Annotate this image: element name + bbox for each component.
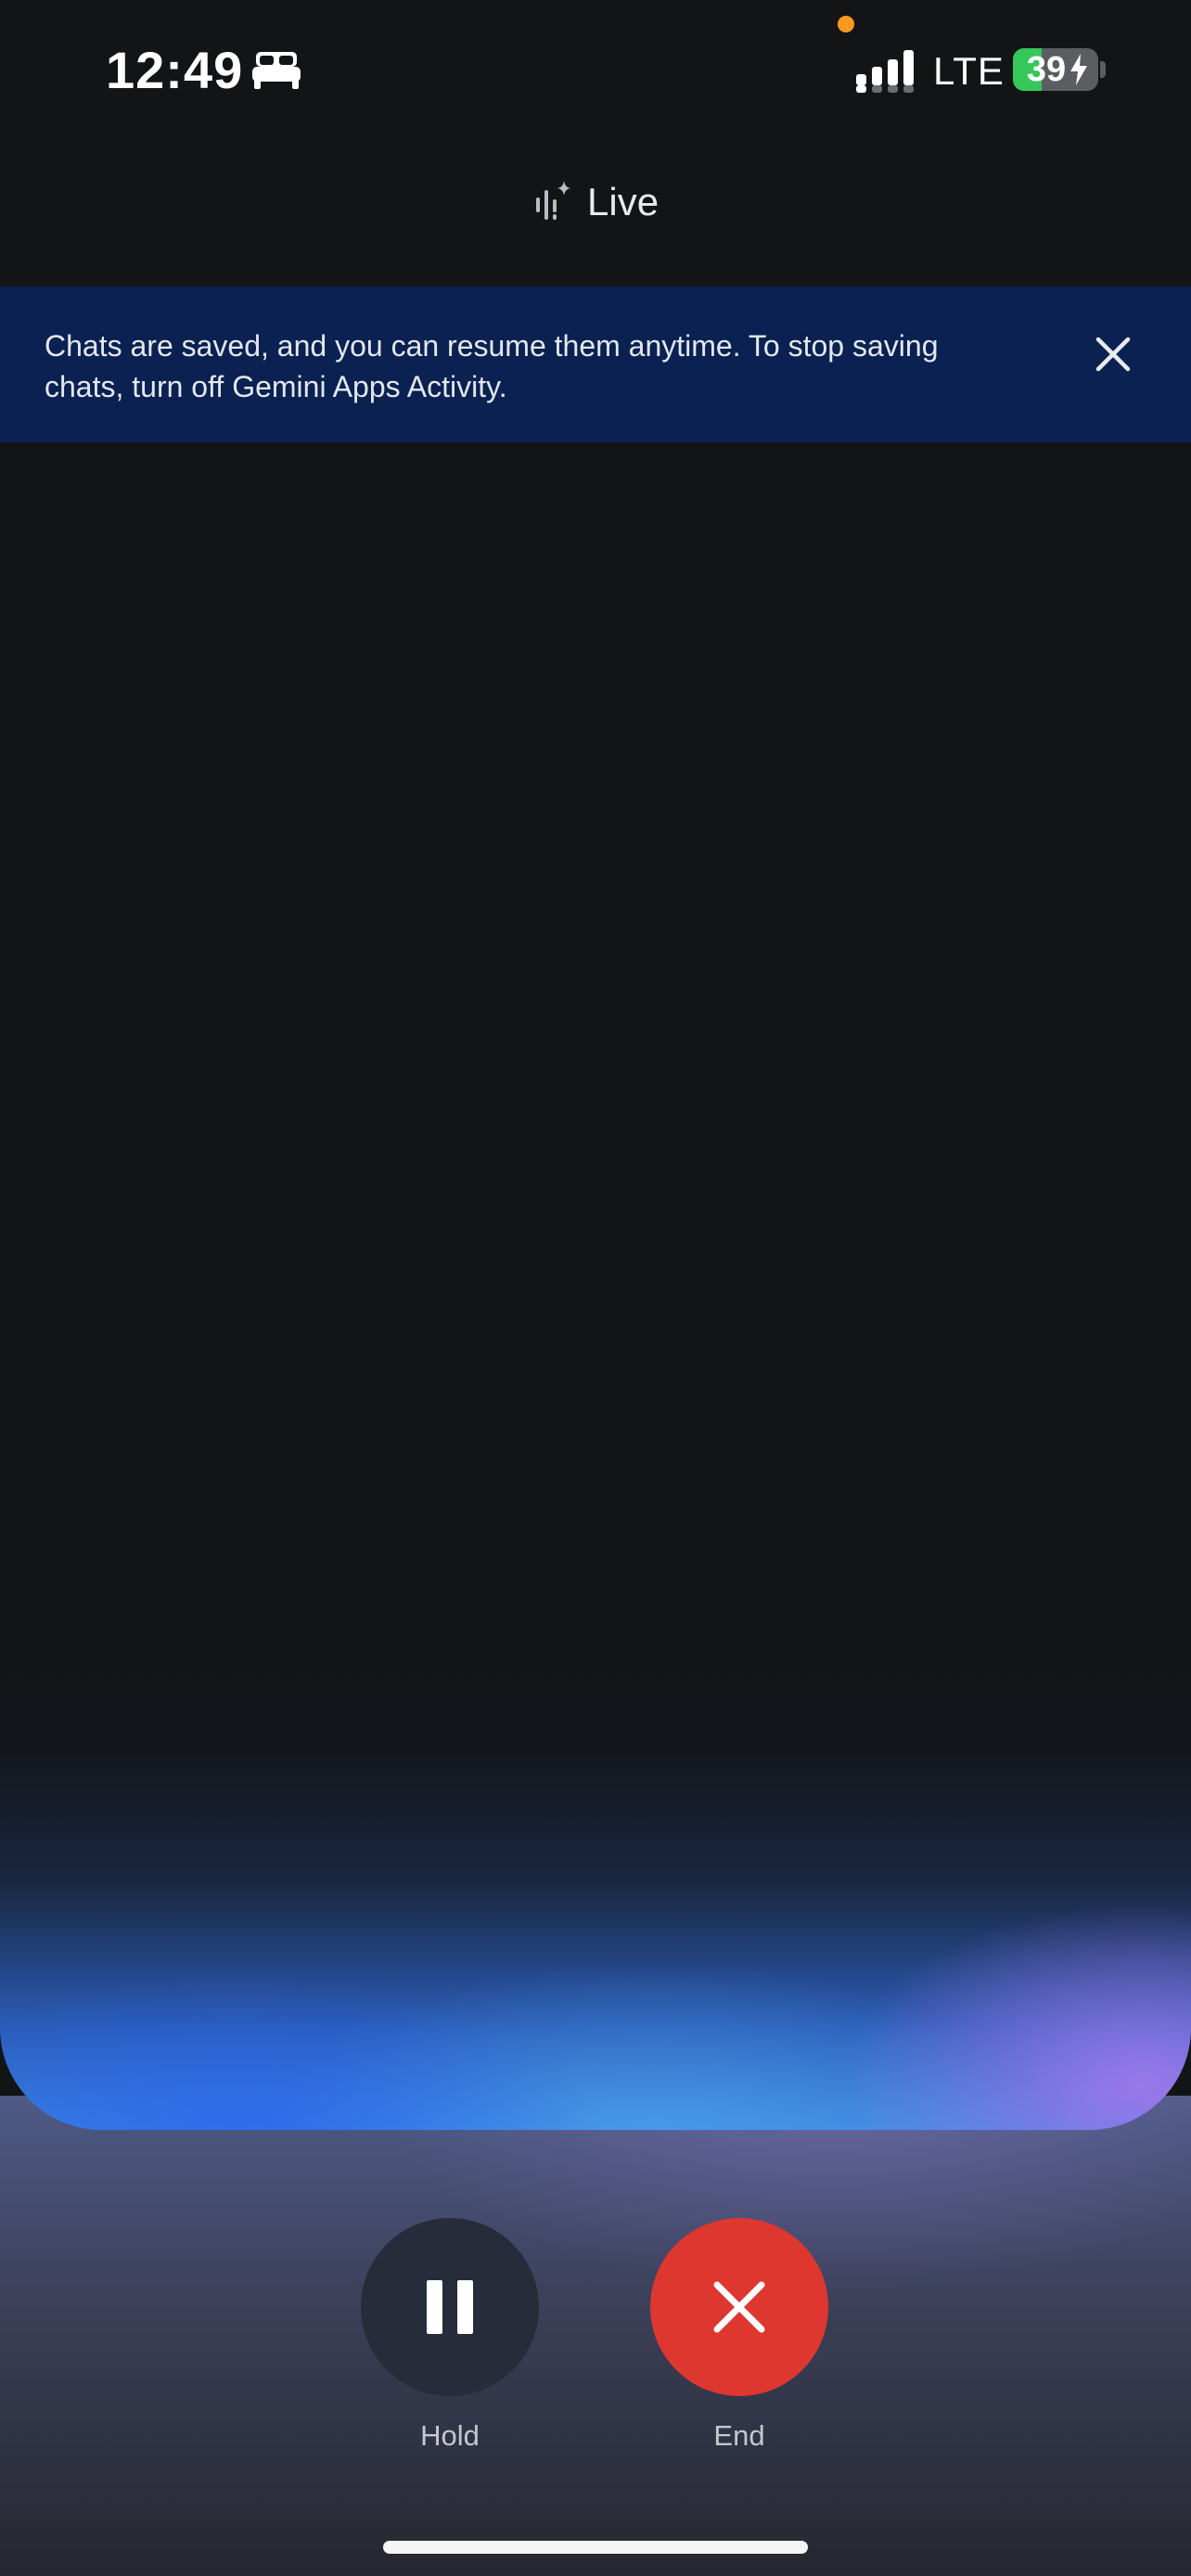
hold-button[interactable] — [361, 2218, 539, 2396]
end-label: End — [713, 2419, 765, 2452]
cellular-signal-icon — [856, 50, 914, 93]
glow-panel — [0, 1576, 1191, 2130]
banner-message: Chats are saved, and you can resume them… — [45, 329, 939, 403]
close-icon — [713, 2281, 765, 2333]
status-time: 12:49 — [106, 41, 244, 99]
live-waveform-sparkle-icon — [536, 181, 570, 220]
privacy-indicator-dot — [838, 16, 854, 32]
activity-notice-banner: Chats are saved, and you can resume them… — [0, 287, 1191, 442]
battery-cap — [1100, 61, 1106, 78]
hold-label: Hold — [420, 2419, 480, 2452]
header-title-group: Live — [533, 176, 659, 228]
close-icon — [1095, 337, 1131, 372]
charging-bolt-icon — [1070, 54, 1087, 85]
bed-icon — [252, 52, 301, 89]
network-type: LTE — [933, 49, 1005, 93]
home-indicator[interactable] — [383, 2541, 808, 2554]
battery-indicator: 39 — [1013, 48, 1098, 91]
banner-close-button[interactable] — [1087, 328, 1139, 380]
end-control: End — [650, 2218, 828, 2455]
pause-icon — [427, 2280, 473, 2334]
hold-control: Hold — [361, 2218, 539, 2455]
end-button[interactable] — [650, 2218, 828, 2396]
page-title: Live — [587, 180, 660, 223]
voice-glow-visualizer — [0, 1576, 1191, 2576]
header: Live — [0, 167, 1191, 241]
glow-bottom-haze — [0, 2096, 1191, 2576]
status-bar: 12:49 LTE 39 — [0, 0, 1191, 139]
